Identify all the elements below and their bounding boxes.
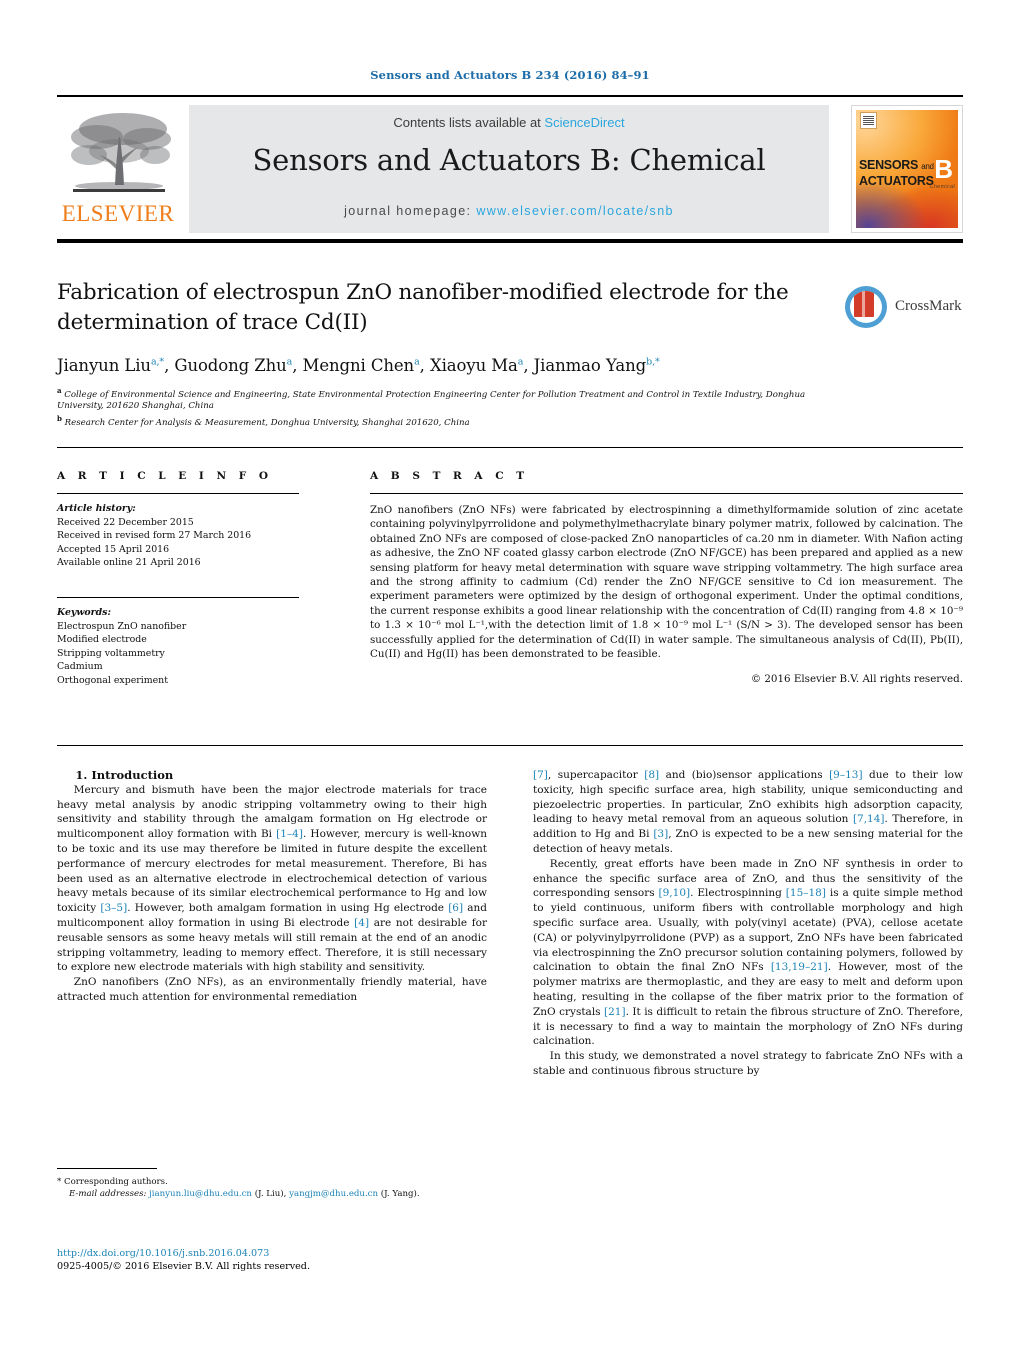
- cover-journal-name: SENSORS and ACTUATORS: [859, 158, 934, 188]
- colophon: http://dx.doi.org/10.1016/j.snb.2016.04.…: [57, 1247, 557, 1274]
- corresponding-author-footnote: * Corresponding authors. E-mail addresse…: [57, 1168, 487, 1201]
- history-item: Accepted 15 April 2016: [57, 543, 170, 555]
- history-item: Received in revised form 27 March 2016: [57, 530, 252, 542]
- contents-list-line: Contents lists available at ScienceDirec…: [189, 115, 829, 130]
- email-link-yang[interactable]: yangjm@dhu.edu.cn: [289, 1189, 378, 1199]
- issn-copyright-line: 0925-4005/© 2016 Elsevier B.V. All right…: [57, 1261, 310, 1273]
- header-rule: [57, 95, 963, 97]
- homepage-label: journal homepage:: [344, 204, 477, 218]
- article-info-heading: A R T I C L E I N F O: [57, 470, 273, 482]
- intro-paragraph-3: [7], supercapacitor [8] and (bio)sensor …: [533, 769, 964, 855]
- cover-word-sensors: SENSORS: [859, 158, 919, 172]
- journal-banner: Contents lists available at ScienceDirec…: [189, 105, 829, 233]
- contents-prefix: Contents lists available at: [393, 115, 545, 130]
- cover-word-actuators: ACTUATORS: [859, 174, 934, 188]
- elsevier-logo: ELSEVIER: [57, 105, 179, 233]
- intro-paragraph-5: In this study, we demonstrated a novel s…: [533, 1050, 963, 1077]
- article-history-label: Article history:: [57, 503, 136, 514]
- keyword-item: Electrospun ZnO nanofiber: [57, 620, 187, 632]
- affiliation-list: a College of Environmental Science and E…: [57, 385, 847, 430]
- abstract-copyright: © 2016 Elsevier B.V. All rights reserved…: [750, 673, 963, 686]
- article-info-column: A R T I C L E I N F O Article history: R…: [57, 470, 299, 688]
- affiliation-b: b Research Center for Analysis & Measure…: [57, 414, 470, 428]
- title-block: Fabrication of electrospun ZnO nanofiber…: [57, 278, 847, 430]
- abstract-rule: [370, 493, 963, 494]
- cover-series-sub: Chemical: [929, 184, 955, 190]
- history-item: Received 22 December 2015: [57, 516, 194, 528]
- article-info-rule: [57, 493, 299, 494]
- abstract-bottom-rule: [57, 745, 963, 746]
- keyword-item: Stripping voltammetry: [57, 647, 165, 659]
- keyword-item: Orthogonal experiment: [57, 674, 168, 686]
- crossmark-label: CrossMark: [895, 298, 962, 314]
- crossmark-icon: [845, 286, 887, 328]
- article-history-block: Article history: Received 22 December 20…: [57, 502, 299, 570]
- abstract-column: A B S T R A C T ZnO nanofibers (ZnO NFs)…: [370, 470, 963, 685]
- sciencedirect-link[interactable]: ScienceDirect: [544, 115, 624, 130]
- keywords-block: Keywords: Electrospun ZnO nanofiber Modi…: [57, 606, 299, 688]
- abstract-heading: A B S T R A C T: [370, 470, 529, 482]
- section-heading-introduction: 1. Introduction: [75, 768, 174, 782]
- intro-paragraph-4: Recently, great efforts have been made i…: [533, 857, 964, 1048]
- keyword-item: Cadmium: [57, 661, 103, 673]
- history-item: Available online 21 April 2016: [57, 557, 201, 569]
- masthead-bottom-rule: [57, 239, 963, 243]
- footnote-rule: [57, 1168, 157, 1169]
- journal-masthead: ELSEVIER Contents lists available at Sci…: [57, 101, 963, 235]
- intro-paragraph-1: Mercury and bismuth have been the major …: [57, 783, 487, 974]
- journal-article-page: Sensors and Actuators B 234 (2016) 84–91: [0, 0, 1020, 1351]
- title-bottom-rule: [57, 447, 963, 448]
- email-link-liu[interactable]: jianyun.liu@dhu.edu.cn: [149, 1189, 252, 1199]
- body-column-left: 1. Introduction Mercury and bismuth have…: [57, 768, 487, 1005]
- affiliation-a: a College of Environmental Science and E…: [57, 386, 806, 412]
- author-list: Jianyun Liua,*, Guodong Zhua, Mengni Che…: [57, 356, 660, 375]
- intro-paragraph-2: ZnO nanofibers (ZnO NFs), as an environm…: [57, 976, 487, 1003]
- email-addresses-line: E-mail addresses: jianyun.liu@dhu.edu.cn…: [57, 1188, 487, 1200]
- journal-homepage-line: journal homepage: www.elsevier.com/locat…: [189, 204, 829, 218]
- elsevier-wordmark: ELSEVIER: [61, 201, 175, 226]
- cover-word-and: and: [921, 162, 934, 171]
- corresponding-authors-note: * Corresponding authors.: [57, 1177, 168, 1187]
- elsevier-tree-icon: [63, 107, 175, 199]
- doi-link[interactable]: http://dx.doi.org/10.1016/j.snb.2016.04.…: [57, 1247, 557, 1260]
- journal-homepage-link[interactable]: www.elsevier.com/locate/snb: [476, 204, 674, 218]
- body-column-right: [7], supercapacitor [8] and (bio)sensor …: [533, 768, 963, 1079]
- page-title: Fabrication of electrospun ZnO nanofiber…: [57, 280, 789, 335]
- keyword-item: Modified electrode: [57, 634, 147, 646]
- keywords-label: Keywords:: [57, 606, 111, 618]
- email-owner-liu: (J. Liu),: [254, 1189, 287, 1200]
- cover-elsevier-mark-icon: [860, 112, 877, 129]
- email-owner-yang: (J. Yang).: [380, 1189, 420, 1200]
- cover-series-letter: B: [934, 154, 953, 184]
- crossmark-badge[interactable]: CrossMark: [845, 286, 963, 334]
- journal-title: Sensors and Actuators B: Chemical: [252, 143, 766, 177]
- keywords-rule: [57, 596, 299, 598]
- email-label: E-mail addresses:: [69, 1189, 147, 1200]
- abstract-text: ZnO nanofibers (ZnO NFs) were fabricated…: [370, 504, 963, 661]
- running-head: Sensors and Actuators B 234 (2016) 84–91: [370, 68, 650, 82]
- journal-cover-thumbnail: SENSORS and ACTUATORS B Chemical: [851, 105, 963, 233]
